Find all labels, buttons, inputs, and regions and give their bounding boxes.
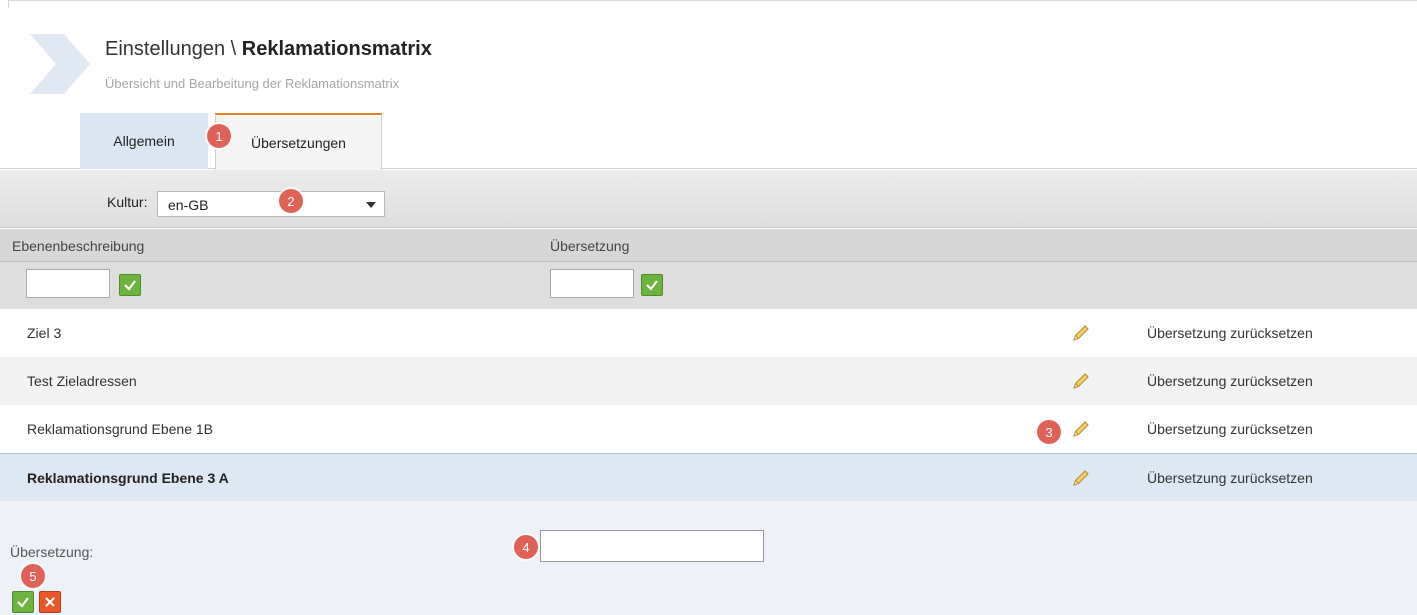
reset-translation-link[interactable]: Übersetzung zurücksetzen: [1147, 470, 1313, 486]
breadcrumb-current: Reklamationsmatrix: [241, 38, 432, 60]
table-row-selected[interactable]: Reklamationsgrund Ebene 3 A Übersetzung …: [0, 453, 1417, 501]
check-icon: [124, 280, 136, 291]
close-icon: [45, 597, 55, 607]
toolbar: Kultur: en-GB: [0, 170, 1417, 228]
row-description: Reklamationsgrund Ebene 1B: [27, 421, 214, 437]
page-subtitle: Übersicht und Bearbeitung der Reklamatio…: [105, 76, 400, 91]
reset-translation-link[interactable]: Übersetzung zurücksetzen: [1147, 373, 1313, 389]
filter-apply-button-ebenenbeschreibung[interactable]: [119, 274, 141, 296]
table-row[interactable]: Test Zieladressen Übersetzung zurücksetz…: [0, 357, 1417, 405]
filter-row: [0, 262, 1417, 309]
kultur-select[interactable]: en-GB: [157, 191, 385, 217]
callout-badge-3: 3: [1037, 420, 1061, 444]
dropdown-arrow-icon: [366, 202, 376, 208]
row-description: Reklamationsgrund Ebene 3 A: [27, 469, 229, 486]
breadcrumb-separator: \: [225, 38, 242, 60]
save-button[interactable]: [12, 591, 34, 613]
reset-translation-link[interactable]: Übersetzung zurücksetzen: [1147, 325, 1313, 341]
callout-badge-5: 5: [21, 564, 45, 588]
kultur-label: Kultur:: [107, 194, 148, 210]
cancel-button[interactable]: [39, 591, 61, 613]
check-icon: [646, 280, 658, 291]
pencil-edit-icon[interactable]: [1071, 468, 1091, 488]
kultur-selected-value: en-GB: [168, 197, 209, 213]
breadcrumb-parent: Einstellungen: [105, 38, 226, 60]
filter-apply-button-uebersetzung[interactable]: [641, 274, 663, 296]
check-icon: [17, 597, 29, 608]
page-title: Einstellungen \ Reklamationsmatrix: [105, 38, 432, 61]
edit-panel: Übersetzung:: [0, 501, 1417, 615]
row-description: Ziel 3: [27, 325, 62, 341]
row-description: Test Zieladressen: [27, 373, 137, 389]
callout-badge-4: 4: [514, 535, 538, 559]
callout-badge-2: 2: [279, 189, 303, 213]
table-row[interactable]: Ziel 3 Übersetzung zurücksetzen: [0, 309, 1417, 357]
column-header-ebenenbeschreibung[interactable]: Ebenenbeschreibung: [12, 238, 144, 254]
filter-input-uebersetzung[interactable]: [550, 269, 634, 298]
pencil-edit-icon[interactable]: [1071, 323, 1091, 343]
grid-header: Ebenenbeschreibung Übersetzung: [0, 229, 1417, 262]
table-row[interactable]: Reklamationsgrund Ebene 1B Übersetzung z…: [0, 405, 1417, 453]
callout-badge-1: 1: [207, 124, 231, 148]
pencil-edit-icon[interactable]: [1071, 419, 1091, 439]
pencil-edit-icon[interactable]: [1071, 371, 1091, 391]
window-frame: [8, 0, 1417, 8]
reset-translation-link[interactable]: Übersetzung zurücksetzen: [1147, 421, 1313, 437]
chevron-logo-icon: [30, 34, 90, 94]
tab-uebersetzungen[interactable]: Übersetzungen: [215, 113, 382, 170]
translation-label: Übersetzung:: [10, 544, 94, 560]
translation-input[interactable]: [540, 530, 764, 562]
tab-allgemein[interactable]: Allgemein: [80, 113, 208, 169]
filter-input-ebenenbeschreibung[interactable]: [26, 269, 110, 298]
column-header-uebersetzung[interactable]: Übersetzung: [550, 238, 629, 254]
